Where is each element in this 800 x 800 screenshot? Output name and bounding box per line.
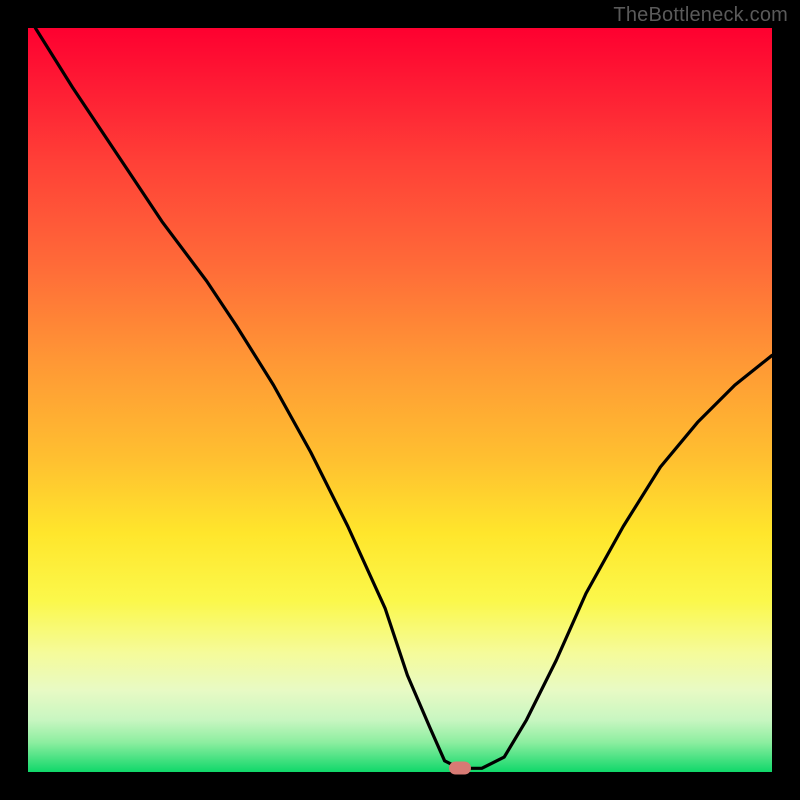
chart-frame: TheBottleneck.com xyxy=(0,0,800,800)
watermark-text: TheBottleneck.com xyxy=(613,4,788,27)
chart-svg xyxy=(28,28,772,772)
chart-marker xyxy=(449,762,471,775)
chart-plot-area xyxy=(28,28,772,772)
bottleneck-curve xyxy=(35,28,772,768)
